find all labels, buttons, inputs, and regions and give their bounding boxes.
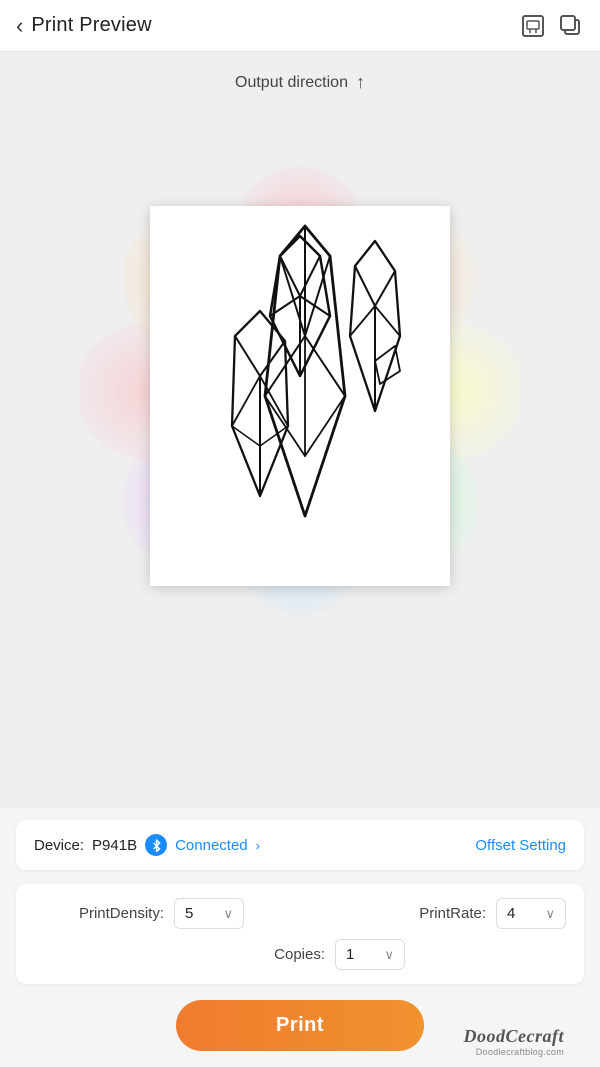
density-rate-row: PrintDensity: 5 ∨ PrintRate: 4 ∨ <box>34 898 566 929</box>
preview-area: Output direction ↑ <box>0 52 600 808</box>
page-title: Print Preview <box>31 14 151 37</box>
flower-container <box>80 111 520 671</box>
device-info: Device: P941B Connected › <box>34 834 260 856</box>
density-dropdown-arrow: ∨ <box>223 906 233 922</box>
bottom-panel: Device: P941B Connected › Offset Setting… <box>0 808 600 1067</box>
rate-dropdown-arrow: ∨ <box>545 906 555 922</box>
density-label: PrintDensity: <box>34 905 164 922</box>
output-direction: Output direction ↑ <box>235 72 365 93</box>
device-label: Device: <box>34 837 84 854</box>
header-actions <box>520 13 584 39</box>
crystal-image <box>170 216 430 576</box>
rate-col: PrintRate: 4 ∨ <box>300 898 566 929</box>
bluetooth-icon <box>145 834 167 856</box>
offset-setting-button[interactable]: Offset Setting <box>475 837 566 854</box>
copies-value: 1 <box>346 946 354 963</box>
watermark: DoodCecraft Doodlecraftblog.com <box>464 1026 564 1057</box>
back-button[interactable]: ‹ <box>16 9 31 43</box>
copies-dropdown[interactable]: 1 ∨ <box>335 939 405 970</box>
copies-row: Copies: 1 ∨ <box>34 939 566 976</box>
device-row: Device: P941B Connected › Offset Setting <box>16 820 584 870</box>
watermark-sub: Doodlecraftblog.com <box>464 1047 564 1057</box>
copy-button[interactable] <box>558 13 584 39</box>
density-value: 5 <box>185 905 193 922</box>
output-direction-arrow: ↑ <box>356 72 365 93</box>
paper-preview <box>150 206 450 586</box>
chevron-right-icon: › <box>256 838 260 853</box>
header-left: ‹ Print Preview <box>16 9 152 43</box>
watermark-main: DoodCecraft <box>464 1026 564 1047</box>
export-button[interactable] <box>520 13 546 39</box>
connection-status[interactable]: Connected <box>175 837 248 854</box>
output-direction-label: Output direction <box>235 74 348 92</box>
density-col: PrintDensity: 5 ∨ <box>34 898 300 929</box>
app-header: ‹ Print Preview <box>0 0 600 52</box>
print-button-row: Print DoodCecraft Doodlecraftblog.com <box>16 994 584 1067</box>
settings-panel: PrintDensity: 5 ∨ PrintRate: 4 ∨ Copies:… <box>16 884 584 984</box>
rate-dropdown[interactable]: 4 ∨ <box>496 898 566 929</box>
copies-label: Copies: <box>195 946 325 963</box>
density-dropdown[interactable]: 5 ∨ <box>174 898 244 929</box>
rate-value: 4 <box>507 905 515 922</box>
print-button[interactable]: Print <box>176 1000 424 1051</box>
device-name: P941B <box>92 837 137 854</box>
copies-dropdown-arrow: ∨ <box>384 947 394 963</box>
rate-label: PrintRate: <box>419 905 486 922</box>
